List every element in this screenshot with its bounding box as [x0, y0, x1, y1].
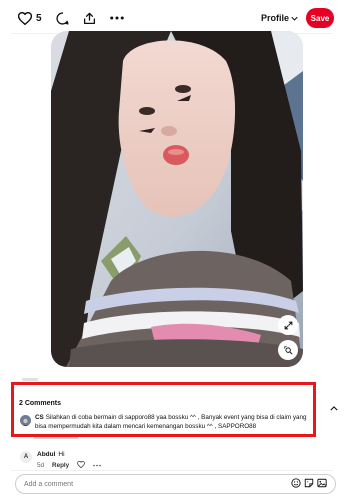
expand-icon	[284, 321, 292, 329]
comment-like-heart-icon[interactable]	[77, 460, 86, 470]
chevron-up-icon[interactable]	[330, 398, 338, 416]
profile-label: Profile	[260, 13, 289, 23]
chevron-down-icon	[291, 16, 298, 21]
comment-time: 5d	[37, 462, 45, 469]
like-count: 5	[36, 12, 42, 24]
heart-icon[interactable]	[18, 11, 32, 25]
comment-item: Abdul Hi	[37, 451, 65, 458]
image-upload-icon[interactable]	[317, 475, 327, 493]
comment-author[interactable]: CS	[35, 414, 44, 421]
visual-search-button[interactable]	[278, 340, 298, 360]
reply-button[interactable]: Reply	[52, 462, 69, 469]
composer-divider	[11, 470, 333, 471]
cut-off-reply-row	[34, 437, 78, 439]
comment-item: CS Silahkan di coba bermain di sapporo88 …	[35, 414, 311, 431]
sticker-icon[interactable]	[304, 475, 314, 493]
comment-icon[interactable]	[56, 11, 69, 25]
comment-text: Hi	[58, 451, 65, 458]
like-group[interactable]: 5	[18, 11, 42, 25]
avatar[interactable]: A	[20, 451, 32, 463]
lens-search-icon	[283, 345, 292, 354]
comment-input-placeholder[interactable]: Add a comment	[24, 481, 291, 488]
portrait-photo	[51, 31, 303, 367]
more-options-icon[interactable]	[109, 16, 124, 20]
comments-count-title: 2 Comments	[19, 400, 62, 407]
comment-meta: 5d Reply	[37, 460, 101, 470]
expand-button[interactable]	[278, 315, 298, 335]
comment-author[interactable]: Abdul	[37, 451, 55, 458]
more-options-icon[interactable]	[93, 462, 101, 469]
avatar[interactable]	[20, 415, 31, 426]
pin-image[interactable]	[51, 31, 303, 367]
comment-text: Silahkan di coba bermain di sapporo88 ya…	[35, 414, 307, 430]
add-comment-field[interactable]: Add a comment	[15, 474, 336, 494]
cut-off-text	[22, 378, 38, 381]
emoji-icon[interactable]	[291, 475, 301, 493]
share-icon[interactable]	[83, 12, 96, 25]
save-button[interactable]: Save	[306, 8, 334, 28]
composer-icons	[291, 475, 327, 493]
comments-highlight-box: 2 Comments CS Silahkan di coba bermain di…	[11, 382, 316, 437]
profile-dropdown[interactable]: Profile	[261, 13, 298, 23]
